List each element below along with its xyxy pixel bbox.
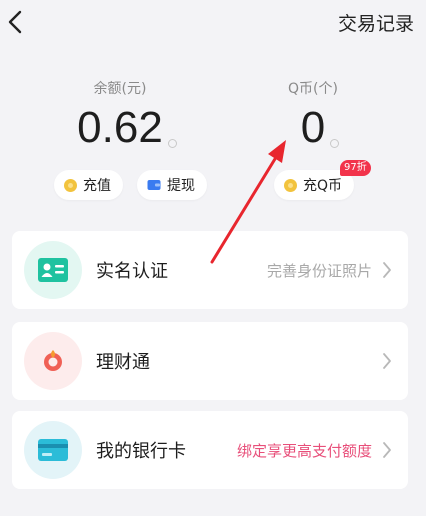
info-icon xyxy=(167,139,177,148)
wealth-icon xyxy=(24,332,82,390)
card-title: 我的银行卡 xyxy=(96,441,186,462)
recharge-button[interactable]: 充值 xyxy=(54,170,123,200)
card-title: 实名认证 xyxy=(96,261,168,282)
balance-amount: 0.62 xyxy=(77,103,163,152)
card-title: 理财通 xyxy=(96,352,150,373)
coin-icon xyxy=(284,178,297,192)
chevron-right-icon xyxy=(383,353,391,369)
card-subtitle: 完善身份证照片 xyxy=(266,261,372,280)
withdraw-label: 提现 xyxy=(167,178,195,194)
id-card-icon xyxy=(24,241,82,299)
qcoin-amount: 0 xyxy=(300,103,326,152)
balance-value[interactable]: 0.62 xyxy=(77,102,177,154)
balance-section: 余额(元) 0.62 xyxy=(20,78,220,154)
qcoin-value[interactable]: 0 xyxy=(300,102,340,154)
discount-badge: 97折 xyxy=(340,160,371,176)
qcoin-label: Q币(个) xyxy=(288,81,338,97)
back-arrow-icon[interactable] xyxy=(4,8,30,36)
bank-card-icon xyxy=(24,421,82,479)
transaction-records-link[interactable]: 交易记录 xyxy=(338,9,414,36)
real-name-verification-card[interactable]: 实名认证 完善身份证照片 xyxy=(12,231,408,309)
balance-label: 余额(元) xyxy=(93,81,147,97)
wallet-icon xyxy=(147,180,161,190)
qcoin-section: Q币(个) 0 xyxy=(213,78,413,154)
my-bank-card-card[interactable]: 我的银行卡 绑定享更高支付额度 xyxy=(12,411,408,489)
recharge-qcoin-label: 充Q币 xyxy=(303,178,343,194)
card-subtitle: 绑定享更高支付额度 xyxy=(236,441,372,460)
wealth-management-card[interactable]: 理财通 xyxy=(12,322,408,400)
info-icon xyxy=(330,139,340,148)
top-bar: 交易记录 xyxy=(0,0,426,44)
withdraw-button[interactable]: 提现 xyxy=(137,170,207,200)
chevron-right-icon xyxy=(383,262,391,278)
recharge-label: 充值 xyxy=(83,178,111,194)
coin-icon xyxy=(64,178,77,192)
chevron-right-icon xyxy=(383,442,391,458)
